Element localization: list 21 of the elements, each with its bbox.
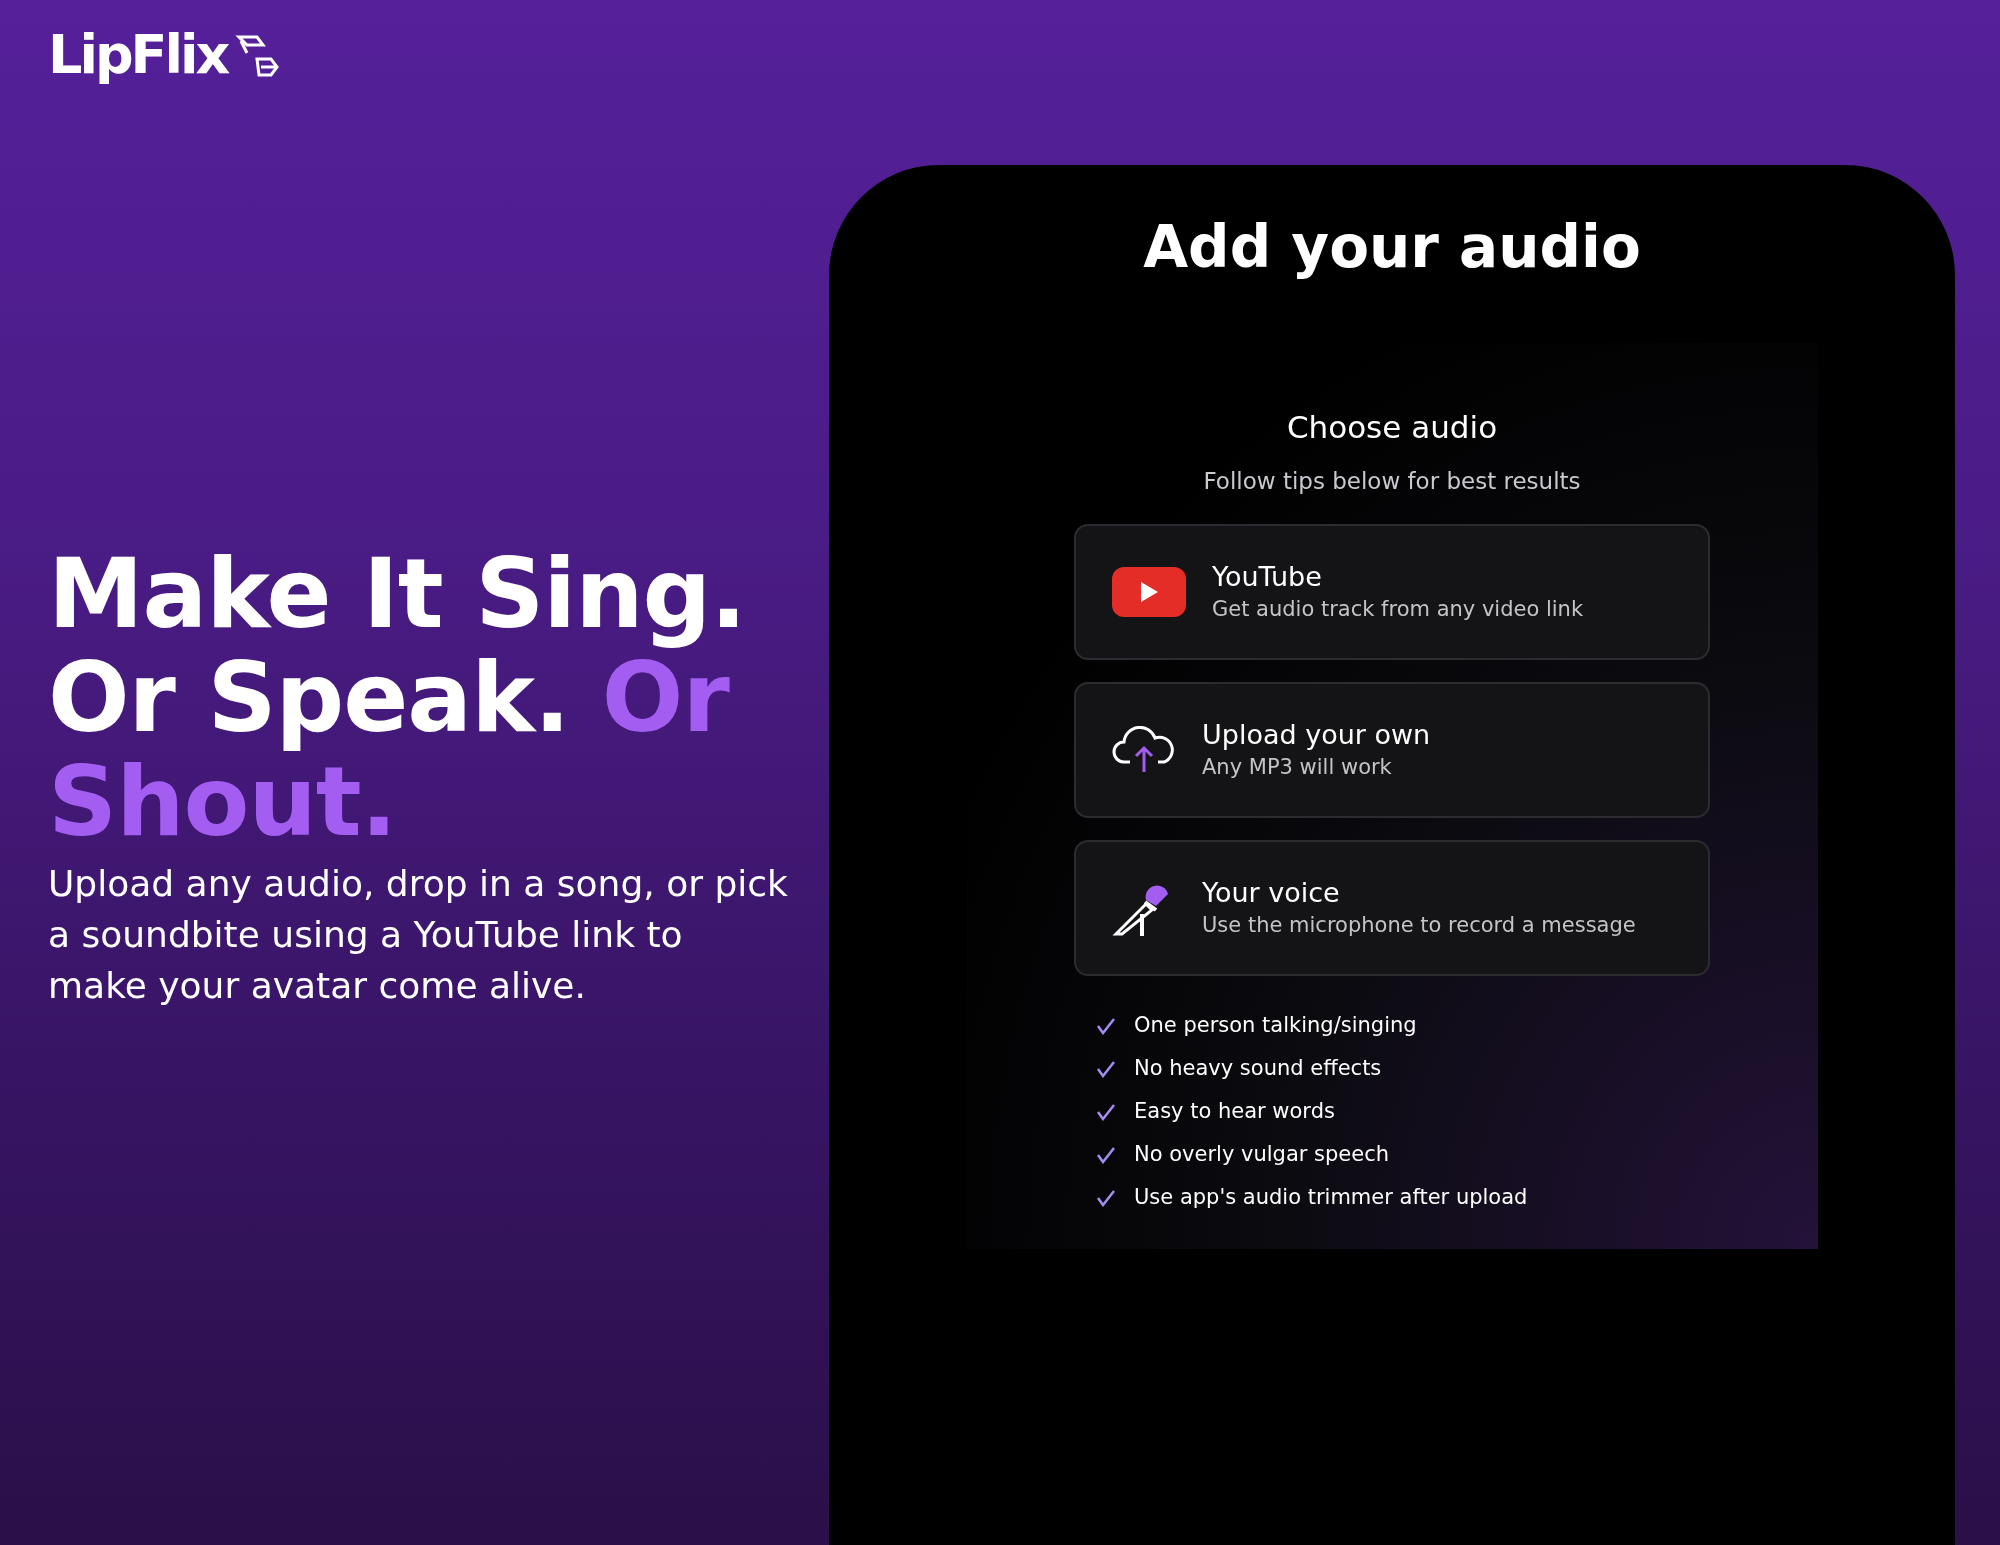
section-heading: Choose audio — [1286, 408, 1498, 446]
tip-text: One person talking/singing — [1134, 1012, 1417, 1040]
screen-title: Add your audio — [1143, 213, 1641, 283]
checkmark-icon — [1096, 1145, 1116, 1164]
audio-option-card[interactable]: Upload your own Any MP3 will work — [1074, 682, 1710, 819]
headline: Make It Sing. Or Speak. Or Shout. — [48, 542, 747, 854]
logo-wordmark: LipFlix — [48, 28, 228, 82]
section-subheading: Follow tips below for best results — [1203, 466, 1581, 496]
checkmark-icon — [1096, 1016, 1116, 1035]
audio-option-card[interactable]: YouTube Get audio track from any video link — [1074, 524, 1710, 661]
tip-text: Easy to hear words — [1134, 1098, 1335, 1126]
tip-text: No overly vulgar speech — [1134, 1141, 1390, 1169]
tip-text: Use app's audio trimmer after upload — [1134, 1184, 1528, 1212]
checkmark-icon — [1096, 1188, 1116, 1207]
cloud-upload-icon — [1112, 726, 1176, 775]
audio-option-card[interactable]: Your voice Use the microphone to record a message — [1074, 840, 1710, 977]
checkmark-icon — [1096, 1102, 1116, 1121]
hero-description: Upload any audio, drop in a song, or pick a soundbite using a YouTube link to make your avatar come alive. — [48, 862, 789, 1008]
play-icon — [1112, 567, 1186, 618]
checkmark-icon — [1096, 1059, 1116, 1078]
tip-text: No heavy sound effects — [1134, 1055, 1382, 1083]
